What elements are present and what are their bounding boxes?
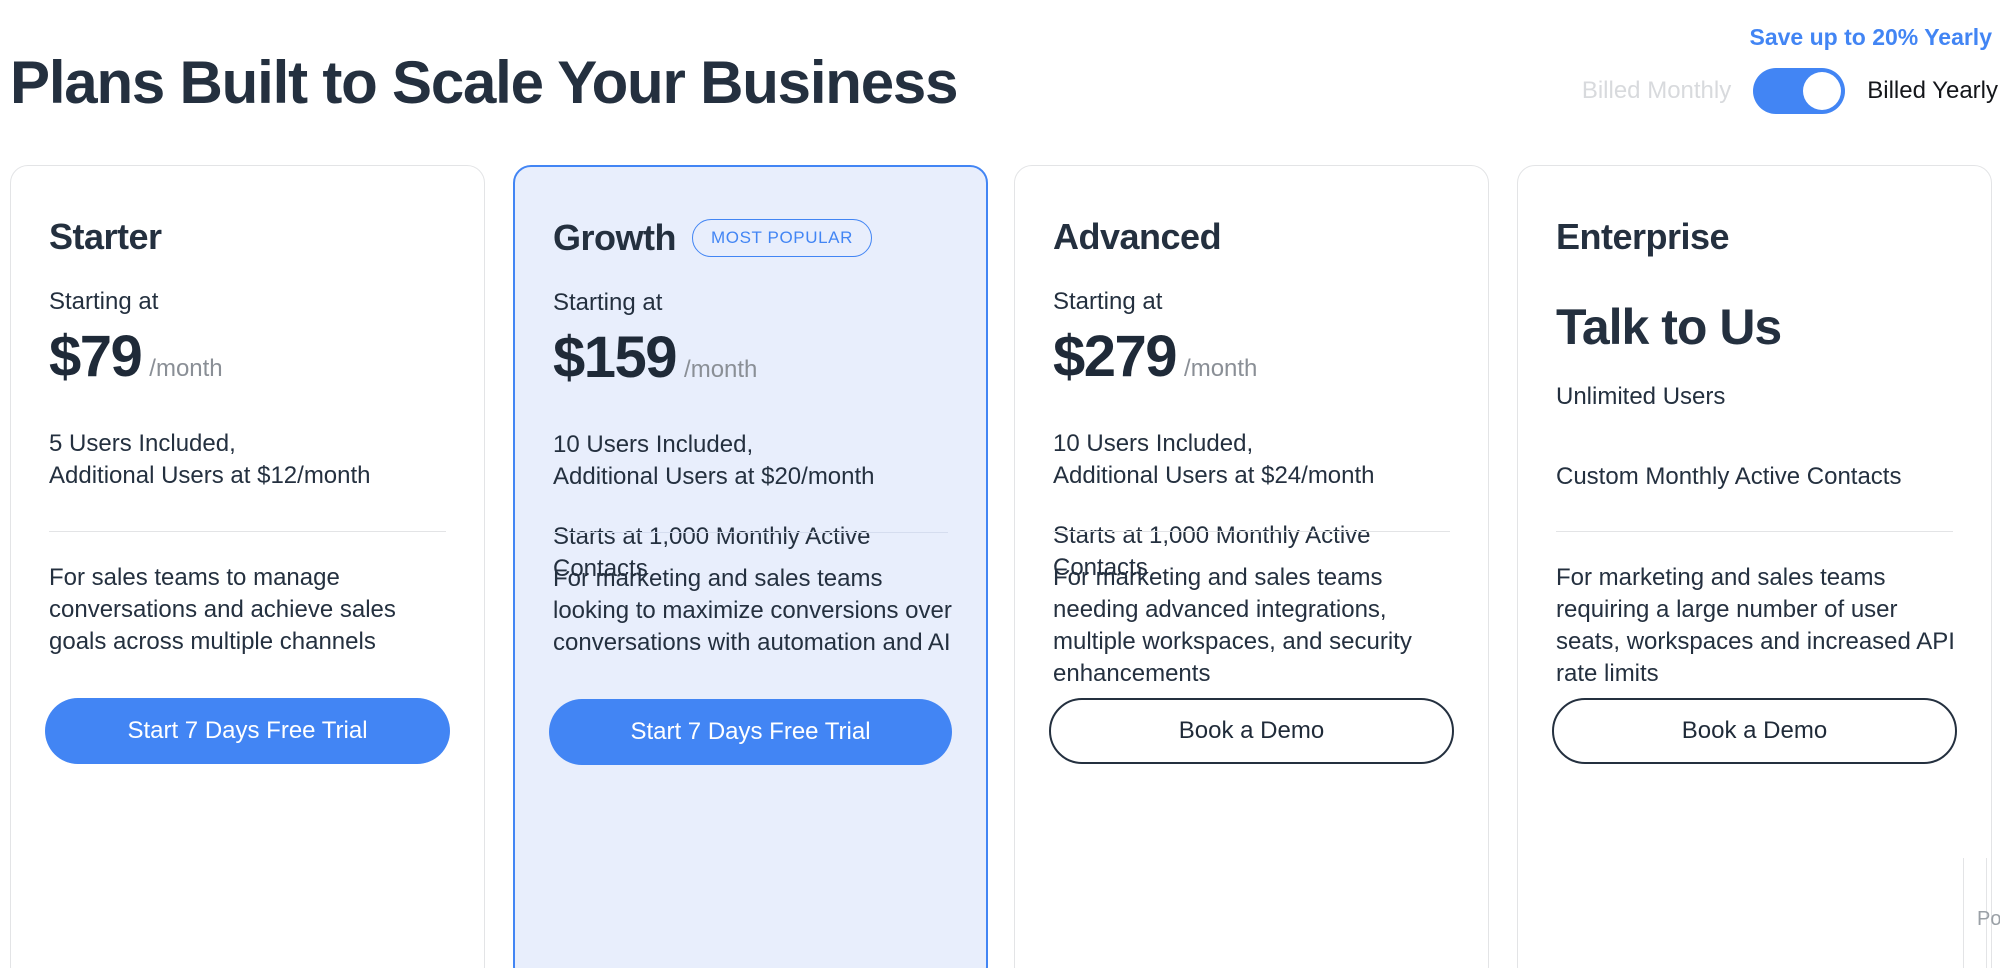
starting-at-label: Starting at: [1053, 288, 1163, 315]
plan-price-period: /month: [1184, 354, 1258, 382]
price-row: $79 /month: [49, 323, 446, 390]
plan-price-period: /month: [149, 354, 223, 382]
plan-price-period: /month: [684, 355, 758, 383]
plan-description: For sales teams to manage conversations …: [49, 564, 396, 655]
plan-description: For marketing and sales teams needing ad…: [1053, 564, 1412, 687]
plan-name: Starter: [49, 216, 162, 257]
price-row: $279 /month: [1053, 323, 1450, 390]
starting-at-label: Starting at: [553, 289, 663, 316]
starting-at-label: Starting at: [49, 288, 159, 315]
pricing-page: Plans Built to Scale Your Business Save …: [0, 0, 2000, 968]
plan-name: Growth: [553, 217, 676, 258]
plan-feature-users: 5 Users Included, Additional Users at $1…: [49, 429, 371, 489]
billing-period-toggle[interactable]: [1753, 68, 1846, 114]
plan-description: For marketing and sales teams requiring …: [1556, 564, 1955, 687]
card-divider: [1556, 531, 1953, 532]
pricing-card-growth[interactable]: Growth MOST POPULAR Starting at $159 /mo…: [513, 165, 988, 968]
page-edge-divider: [1963, 858, 1964, 968]
cta-button[interactable]: Book a Demo: [1552, 698, 1957, 764]
pricing-card-enterprise[interactable]: Enterprise Talk to Us Unlimited Users Cu…: [1517, 165, 1992, 968]
plan-headline: Talk to Us: [1556, 299, 1782, 355]
pricing-card-advanced[interactable]: Advanced Starting at $279 /month 10 User…: [1014, 165, 1489, 968]
cta-button[interactable]: Start 7 Days Free Trial: [45, 698, 450, 764]
card-divider: [1053, 531, 1450, 532]
plan-name: Enterprise: [1556, 216, 1730, 257]
billed-monthly-label[interactable]: Billed Monthly: [1582, 77, 1731, 105]
billing-toggle-group: Save up to 20% Yearly Billed Monthly Bil…: [1480, 24, 2000, 116]
toggle-knob-icon: [1803, 72, 1842, 110]
page-title: Plans Built to Scale Your Business: [10, 49, 958, 116]
save-yearly-note: Save up to 20% Yearly: [1749, 24, 1993, 50]
plan-feature-contacts: Custom Monthly Active Contacts: [1556, 462, 1902, 490]
plan-price: $279: [1053, 323, 1178, 389]
billing-toggle-row: Billed Monthly Billed Yearly: [1582, 68, 1998, 114]
plan-feature-users: 10 Users Included, Additional Users at $…: [1053, 429, 1375, 489]
cta-button[interactable]: Book a Demo: [1049, 698, 1454, 764]
plan-description: For marketing and sales teams looking to…: [553, 565, 952, 656]
card-header: Growth MOST POPULAR: [553, 215, 948, 261]
clipped-edge-text: Po: [1977, 908, 2000, 930]
plan-feature-users: Unlimited Users: [1556, 383, 1726, 410]
card-divider: [49, 531, 446, 532]
price-row: $159 /month: [553, 324, 948, 391]
cta-button[interactable]: Start 7 Days Free Trial: [549, 699, 952, 765]
plan-price: $159: [553, 324, 678, 390]
billed-yearly-label[interactable]: Billed Yearly: [1867, 77, 1998, 105]
card-header: Starter: [49, 214, 446, 260]
page-header: Plans Built to Scale Your Business Save …: [0, 0, 2000, 150]
card-header: Enterprise: [1556, 214, 1953, 260]
plan-name: Advanced: [1053, 216, 1222, 257]
card-header: Advanced: [1053, 214, 1450, 260]
pricing-card-starter[interactable]: Starter Starting at $79 /month 5 Users I…: [10, 165, 485, 968]
most-popular-badge: MOST POPULAR: [691, 219, 872, 257]
card-divider: [553, 532, 948, 533]
plan-feature-users: 10 Users Included, Additional Users at $…: [553, 430, 875, 490]
pricing-cards: Starter Starting at $79 /month 5 Users I…: [0, 165, 2000, 968]
plan-price: $79: [49, 323, 143, 389]
